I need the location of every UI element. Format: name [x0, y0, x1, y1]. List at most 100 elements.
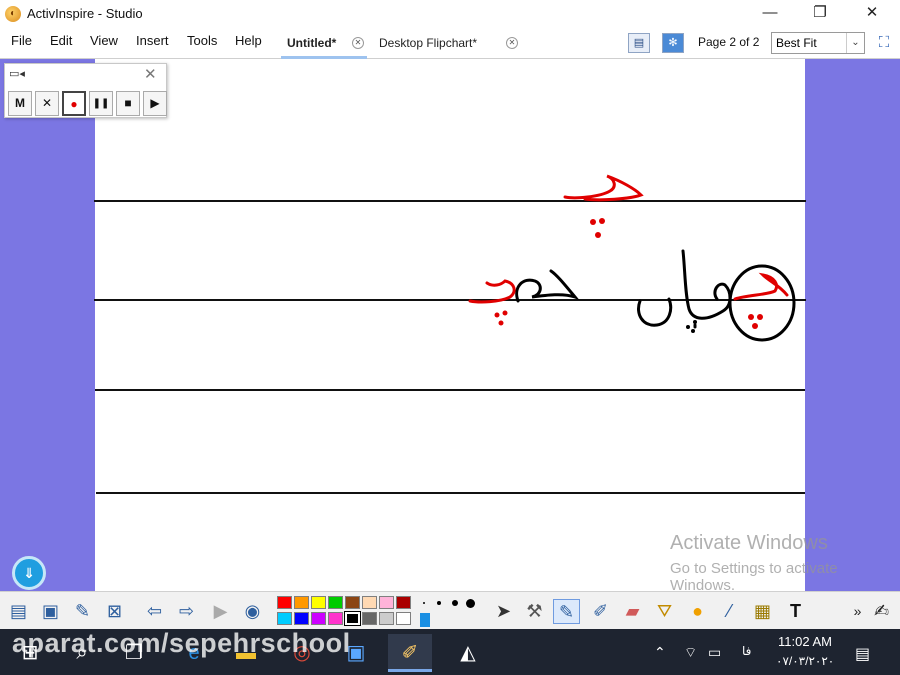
handwriting-black-oopan	[637, 249, 732, 329]
restore-button[interactable]: ❐	[796, 0, 844, 27]
black-dot	[691, 329, 695, 333]
flipchart-page[interactable]	[94, 59, 806, 591]
color-swatch[interactable]	[362, 612, 377, 625]
recorder-m-button[interactable]: M	[8, 91, 32, 116]
current-color-indicator	[420, 613, 430, 627]
title-bar: ◐ ActivInspire - Studio — ❐ ✕	[0, 0, 900, 27]
color-swatch[interactable]	[396, 612, 411, 625]
magic-ink-icon[interactable]: ⁄	[716, 599, 743, 624]
eraser-icon[interactable]: ▰	[619, 599, 646, 624]
recorder-close-icon[interactable]: ✕	[144, 65, 157, 83]
recorder-pause-button[interactable]: ❚❚	[89, 91, 113, 116]
handwriting-black-circle	[728, 264, 796, 342]
color-swatch[interactable]	[328, 596, 343, 609]
color-swatch[interactable]	[345, 596, 360, 609]
color-swatch[interactable]	[396, 596, 411, 609]
shape-icon[interactable]: ●	[684, 599, 711, 624]
browser-icon[interactable]: ▣	[37, 599, 64, 624]
recorder-play-button[interactable]: ▶	[143, 91, 167, 116]
clear-icon[interactable]: ⊠	[101, 599, 128, 624]
wifi-icon[interactable]: ⌔	[684, 644, 697, 662]
close-button[interactable]: ✕	[848, 0, 896, 27]
menu-file[interactable]: File	[11, 33, 32, 48]
toolbox-toggle-icon[interactable]: ⇓	[12, 556, 46, 590]
activinspire-taskbar-icon[interactable]: ✐	[388, 634, 432, 672]
recorder-stop-button[interactable]: ■	[116, 91, 140, 116]
menu-bar: File Edit View Insert Tools Help Untitle…	[0, 27, 900, 59]
globe-icon[interactable]: ◉	[239, 599, 266, 624]
tools-icon[interactable]: ⚒	[521, 599, 548, 624]
next-page-icon[interactable]: ⇨	[173, 599, 200, 624]
previous-page-icon[interactable]: ⇦	[141, 599, 168, 624]
color-swatch[interactable]	[379, 612, 394, 625]
color-swatch[interactable]	[311, 596, 326, 609]
tab-untitled[interactable]: Untitled*	[287, 31, 336, 55]
red-dot	[498, 320, 504, 326]
handwriting-red-ch-chopan	[733, 272, 789, 301]
fullscreen-icon[interactable]: ⛶	[872, 33, 896, 53]
red-dot	[599, 218, 605, 224]
page-browser-icon[interactable]: ▤	[628, 33, 650, 53]
recorder-record-button[interactable]: ●	[62, 91, 86, 116]
text-icon[interactable]: T	[782, 599, 809, 624]
color-swatch[interactable]	[379, 596, 394, 609]
pen-settings-icon[interactable]: ✍	[868, 599, 895, 624]
battery-icon[interactable]: ▭	[708, 644, 721, 661]
chevron-up-icon[interactable]: ⌃	[654, 644, 666, 661]
color-swatch[interactable]	[294, 612, 309, 625]
handwriting-black-doo	[515, 269, 580, 303]
snowflake-icon[interactable]: ✻	[662, 33, 684, 53]
pen-icon[interactable]: ✎	[553, 599, 580, 624]
language-indicator[interactable]: فا	[742, 644, 751, 658]
zoom-value: Best Fit	[776, 36, 817, 50]
activate-title: Activate Windows	[670, 532, 828, 554]
menu-edit[interactable]: Edit	[50, 33, 72, 48]
menu-view[interactable]: View	[90, 33, 118, 48]
screen-recorder-panel[interactable]: ▭◂ ✕ M ✕ ● ❚❚ ■ ▶	[4, 63, 167, 118]
clapperboard-icon[interactable]: ▦	[749, 599, 776, 624]
page-indicator: Page 2 of 2	[698, 35, 760, 49]
fill-icon[interactable]: ⛛	[651, 599, 678, 624]
red-dot	[752, 323, 758, 329]
main-menu-icon[interactable]: ▤	[5, 599, 32, 624]
tab-desktop-flipchart-close-icon[interactable]: ✕	[506, 37, 518, 49]
zoom-select[interactable]: Best Fit ⌄	[771, 32, 865, 54]
notification-icon[interactable]: ▤	[855, 644, 870, 664]
clock-date[interactable]: ۰۷/۰۳/۲۰۲۰	[776, 654, 834, 668]
red-dot	[757, 314, 763, 320]
minimize-button[interactable]: —	[746, 0, 794, 27]
color-swatch[interactable]	[344, 611, 361, 626]
color-swatch[interactable]	[311, 612, 326, 625]
color-swatch[interactable]	[294, 596, 309, 609]
menu-tools[interactable]: Tools	[187, 33, 217, 48]
clock-time[interactable]: 11:02 AM	[778, 634, 832, 649]
pen-width-1[interactable]	[423, 602, 425, 604]
tab-untitled-close-icon[interactable]: ✕	[352, 37, 364, 49]
red-dot	[494, 312, 500, 318]
menu-insert[interactable]: Insert	[136, 33, 169, 48]
desktop-annotate-icon[interactable]: ✎	[69, 599, 96, 624]
handwriting-red-ch-top	[563, 174, 644, 202]
main-toolbox: ▤ ▣ ✎ ⊠ ⇦ ⇨ ▶ ◉ ➤ ⚒ ✎ ✐ ▰ ⛛ ● ⁄ ▦ T » ✍	[0, 591, 900, 629]
tab-desktop-flipchart[interactable]: Desktop Flipchart*	[379, 31, 477, 55]
color-swatch[interactable]	[362, 596, 377, 609]
more-tools-icon[interactable]: »	[844, 599, 871, 624]
menu-help[interactable]: Help	[235, 33, 262, 48]
select-cursor-icon[interactable]: ➤	[490, 599, 517, 624]
color-swatch[interactable]	[277, 612, 292, 625]
recorder-cancel-button[interactable]: ✕	[35, 91, 59, 116]
window-title: ActivInspire - Studio	[27, 6, 143, 21]
black-dot	[686, 325, 690, 329]
play-icon[interactable]: ▶	[207, 599, 234, 624]
image-viewer-icon[interactable]: ◭	[446, 634, 490, 672]
color-swatch[interactable]	[328, 612, 343, 625]
color-swatch[interactable]	[277, 596, 292, 609]
pen-width-3[interactable]	[452, 600, 458, 606]
chevron-down-icon[interactable]: ⌄	[846, 33, 864, 53]
pen-width-2[interactable]	[437, 601, 441, 605]
highlighter-icon[interactable]: ✐	[587, 599, 614, 624]
aparat-watermark: aparat.com/sepehrschool	[12, 628, 351, 658]
black-dot	[693, 320, 697, 324]
activate-subtitle: Go to Settings to activate	[670, 560, 838, 577]
pen-width-4[interactable]	[466, 599, 475, 608]
